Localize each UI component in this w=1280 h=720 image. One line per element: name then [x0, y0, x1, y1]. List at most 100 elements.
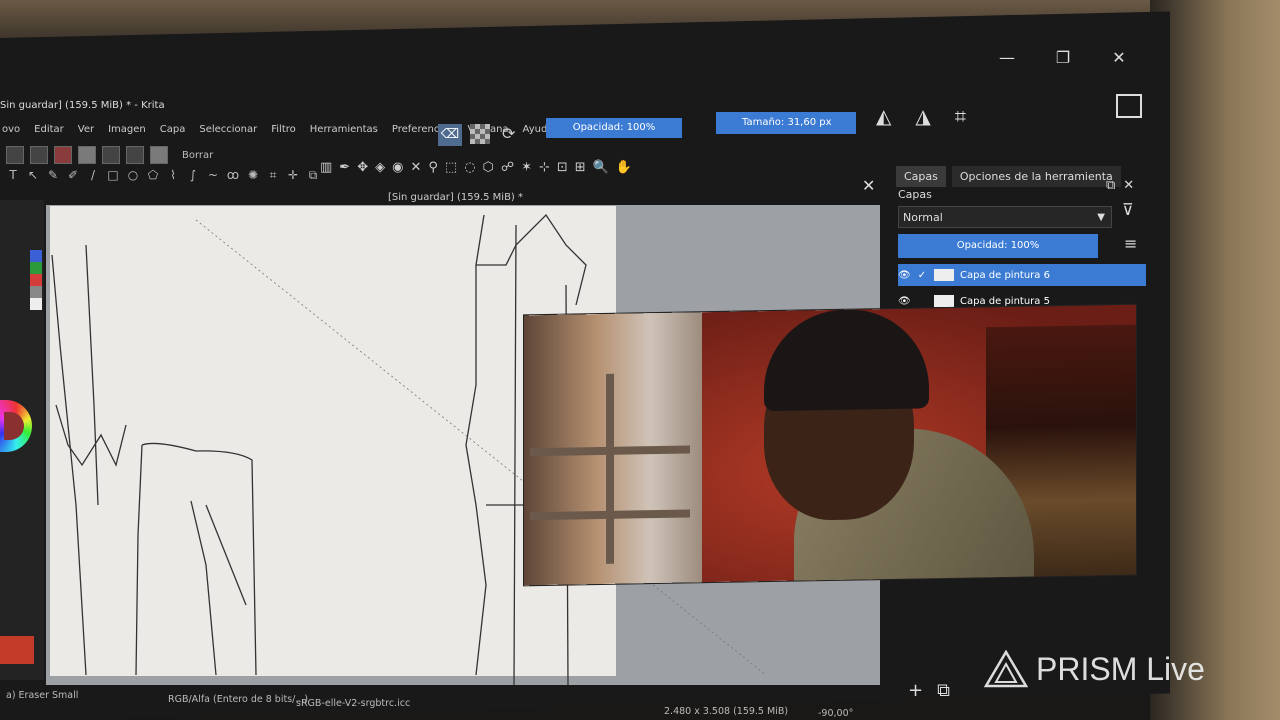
calligraphy-icon[interactable]: ✎: [46, 168, 60, 183]
assistant-tool-icon[interactable]: ✕: [410, 160, 421, 175]
layer-thumbnail: [934, 295, 954, 307]
color-picker-icon[interactable]: ✒: [339, 160, 350, 175]
visibility-eye-icon[interactable]: 👁: [898, 270, 911, 281]
minimize-icon[interactable]: —: [996, 48, 1018, 67]
prism-live-watermark: PRISM Live: [984, 650, 1205, 688]
blend-mode-select[interactable]: Normal ▼: [898, 206, 1112, 228]
window-controls: — ❐ ✕: [996, 48, 1130, 67]
add-layer-icon[interactable]: +: [908, 680, 923, 701]
status-color-space: RGB/Alfa (Entero de 8 bits/...): [168, 694, 309, 705]
toolbox: T ↖ ✎ ✐ / □ ○ ⬠ ⌇ ∫ ~ ꝏ ✺ ⌗ ✛ ⧉: [6, 168, 320, 183]
fill-tool-icon[interactable]: ◈: [375, 160, 385, 175]
enclose-fill-icon[interactable]: ◉: [392, 160, 403, 175]
palette-swatches[interactable]: [30, 250, 42, 310]
color-swap-icon[interactable]: [102, 146, 120, 164]
menu-image[interactable]: Imagen: [106, 124, 148, 135]
ellipse-tool-icon[interactable]: ○: [126, 168, 140, 183]
foreground-color-swatch[interactable]: [0, 636, 34, 664]
wrap-around-icon[interactable]: ⌗: [955, 104, 966, 128]
menu-edit[interactable]: Editar: [32, 124, 66, 135]
gradient-icon[interactable]: [54, 146, 72, 164]
layer-name: Capa de pintura 6: [960, 269, 1050, 281]
tab-layers[interactable]: Capas: [896, 166, 946, 187]
alpha-lock-icon[interactable]: [470, 124, 490, 144]
layer-row[interactable]: 👁 ✓ Capa de pintura 6: [898, 264, 1146, 286]
watermark-text: PRISM Live: [1036, 650, 1205, 687]
bezier-tool-icon[interactable]: ∫: [186, 168, 200, 183]
menu-view[interactable]: Ver: [76, 124, 96, 135]
polygon-tool-icon[interactable]: ⬠: [146, 168, 160, 183]
tab-tool-options[interactable]: Opciones de la herramienta: [951, 166, 1121, 187]
status-rotation: -90,00°: [818, 708, 854, 719]
eraser-mode-button[interactable]: ⌫: [438, 124, 462, 146]
line-tool-icon[interactable]: /: [86, 168, 100, 183]
layer-opacity-slider[interactable]: Opacidad: 100%: [898, 234, 1098, 258]
freehand-path-icon[interactable]: ~: [206, 168, 220, 183]
rect-select-icon[interactable]: ⬚: [445, 160, 457, 175]
similar-select-icon[interactable]: ⊹: [539, 160, 550, 175]
freehand-select-icon[interactable]: ☍: [501, 160, 514, 175]
restore-icon[interactable]: ❐: [1052, 48, 1074, 67]
zoom-tool-icon[interactable]: 🔍: [593, 160, 609, 175]
crop-tool-icon[interactable]: ⌗: [266, 168, 280, 183]
pan-tool-icon[interactable]: ✋: [616, 160, 632, 175]
window-title: Sin guardar] (159.5 MiB) * - Krita: [0, 100, 165, 111]
menu-filter[interactable]: Filtro: [269, 124, 298, 135]
layer-actions: + ⧉: [908, 680, 950, 701]
opacity-slider[interactable]: Opacidad: 100%: [546, 118, 682, 138]
workspace-icon[interactable]: [1116, 94, 1142, 118]
text-tool-icon[interactable]: T: [6, 168, 20, 183]
measure-tool-icon[interactable]: ⚲: [428, 160, 438, 175]
size-slider[interactable]: Tamaño: 31,60 px: [716, 112, 856, 134]
mirror-vertical-icon[interactable]: ◮: [915, 104, 930, 128]
close-icon[interactable]: ✕: [1108, 48, 1130, 67]
menu-tools[interactable]: Herramientas: [308, 124, 380, 135]
video-overlay: [524, 304, 1136, 586]
mirror-horizontal-icon[interactable]: ◭: [876, 104, 891, 128]
checkmark-icon[interactable]: ✓: [916, 270, 928, 281]
filter-icon[interactable]: ⊽: [1122, 200, 1134, 219]
smart-patch-icon[interactable]: ✥: [357, 160, 368, 175]
transform-tool-icon[interactable]: ⧉: [306, 168, 320, 183]
move-tool-icon[interactable]: ✛: [286, 168, 300, 183]
magnetic-select-icon[interactable]: ⊞: [575, 160, 586, 175]
status-dimensions: 2.480 x 3.508 (159.5 MiB): [664, 706, 789, 717]
status-bar: a) Eraser Small RGB/Alfa (Entero de 8 bi…: [0, 690, 1160, 719]
save-icon[interactable]: [30, 146, 48, 164]
close-docker-icon[interactable]: ✕: [1123, 178, 1134, 193]
multibrush-icon[interactable]: ✺: [246, 168, 260, 183]
brush-settings-icon[interactable]: [126, 146, 144, 164]
status-profile: sRGB-elle-V2-srgbtrc.icc: [296, 698, 411, 709]
ellipse-select-icon[interactable]: ◌: [464, 160, 475, 175]
video-window-frame: [530, 372, 690, 566]
menu-select[interactable]: Seleccionar: [197, 124, 259, 135]
brush-toolbar: Borrar: [6, 146, 213, 164]
float-docker-icon[interactable]: ⧉: [1106, 178, 1115, 193]
edit-shapes-icon[interactable]: ↖: [26, 168, 40, 183]
polygon-select-icon[interactable]: ⬡: [483, 160, 494, 175]
visibility-eye-icon[interactable]: 👁: [898, 296, 911, 307]
docker-controls: ⧉ ✕: [1106, 178, 1134, 193]
rectangle-tool-icon[interactable]: □: [106, 168, 120, 183]
contiguous-select-icon[interactable]: ✶: [521, 160, 532, 175]
preset-name: Borrar: [182, 149, 214, 161]
brush-preset-icon[interactable]: [150, 146, 168, 164]
document-close-icon[interactable]: ✕: [862, 176, 875, 195]
dock-tabs: Capas Opciones de la herramienta: [896, 166, 1121, 187]
pattern-icon[interactable]: [78, 146, 96, 164]
freehand-brush-icon[interactable]: ✐: [66, 168, 80, 183]
layer-name: Capa de pintura 5: [960, 295, 1050, 307]
menu-layer[interactable]: Capa: [158, 124, 188, 135]
status-tool: a) Eraser Small: [6, 690, 79, 701]
layer-menu-icon[interactable]: ≡: [1124, 234, 1137, 253]
mirror-tools: ◭ ◮ ⌗: [876, 104, 966, 128]
gradient-tool-icon[interactable]: ▥: [320, 160, 332, 175]
duplicate-layer-icon[interactable]: ⧉: [937, 680, 950, 701]
dynamic-brush-icon[interactable]: ꝏ: [226, 168, 240, 183]
bezier-select-icon[interactable]: ⊡: [557, 160, 568, 175]
menu-file[interactable]: ovo: [0, 124, 22, 135]
polyline-tool-icon[interactable]: ⌇: [166, 168, 180, 183]
document-tab-title: [Sin guardar] (159.5 MiB) *: [388, 192, 524, 203]
reload-preset-icon[interactable]: ⟳: [502, 124, 515, 143]
new-document-icon[interactable]: [6, 146, 24, 164]
